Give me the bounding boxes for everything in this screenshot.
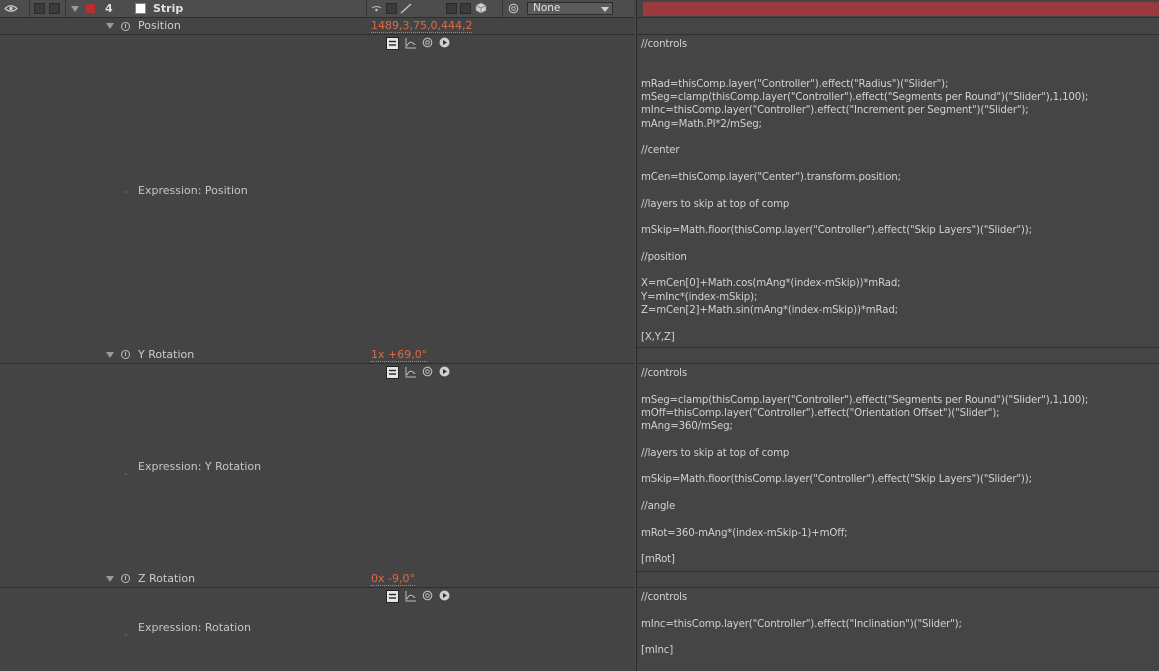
effects-switch[interactable] <box>446 3 457 14</box>
expression-row-z-rotation: Expression: Rotation <box>0 588 634 671</box>
layer-expand-toggle-icon[interactable] <box>71 6 79 12</box>
lock-switch[interactable] <box>49 3 60 14</box>
column-divider <box>29 0 30 17</box>
expression-language-menu-icon[interactable] <box>439 590 450 604</box>
chevron-down-icon <box>601 7 609 12</box>
property-row-position[interactable]: Position 1489,3,75,0,444,2 <box>0 18 634 35</box>
expression-label: Expression: Y Rotation <box>138 460 262 473</box>
shy-icon[interactable] <box>371 5 382 13</box>
collapse-switch[interactable] <box>386 3 397 14</box>
expression-enable-icon[interactable] <box>386 590 399 603</box>
property-value[interactable]: 1489,3,75,0,444,2 <box>371 20 473 33</box>
layer-header-row[interactable]: 4 Strip None <box>0 0 634 18</box>
parent-select[interactable]: None <box>527 2 613 15</box>
quality-icon[interactable] <box>400 3 412 14</box>
layer-name[interactable]: Strip <box>153 2 183 15</box>
position-keyframe-row <box>637 18 1159 35</box>
property-expand-toggle-icon[interactable] <box>106 23 114 29</box>
expression-toolbar <box>386 37 456 50</box>
expression-toolbar <box>386 366 456 379</box>
bullet-dot <box>125 191 127 193</box>
expression-toolbar <box>386 590 456 603</box>
motion-blur-switch[interactable] <box>460 3 471 14</box>
timeline-expression-panel: //controls mRad=thisComp.layer("Controll… <box>636 0 1159 671</box>
pickwhip-icon[interactable] <box>422 590 433 604</box>
property-name: Position <box>138 19 181 32</box>
stopwatch-icon[interactable] <box>121 350 130 359</box>
property-value[interactable]: 1x +69,0° <box>371 349 428 362</box>
timeline-layer-panel: 4 Strip None Position 1489,3,75,0,444,2 <box>0 0 634 671</box>
expression-label: Expression: Position <box>138 184 248 197</box>
expression-row-position: Expression: Position <box>0 35 634 348</box>
expression-code-y-rotation[interactable]: //controls mSeg=clamp(thisComp.layer("Co… <box>641 367 1088 566</box>
parent-select-value: None <box>533 2 561 14</box>
expression-code-position[interactable]: //controls mRad=thisComp.layer("Controll… <box>641 38 1088 344</box>
3d-layer-icon[interactable] <box>475 2 487 14</box>
property-expand-toggle-icon[interactable] <box>106 352 114 358</box>
graph-editor-icon[interactable] <box>405 590 417 605</box>
layer-label-color[interactable] <box>86 4 95 13</box>
graph-editor-icon[interactable] <box>405 37 417 52</box>
expression-language-menu-icon[interactable] <box>439 37 450 51</box>
y-rotation-keyframe-row <box>637 348 1159 364</box>
property-name: Z Rotation <box>138 572 196 585</box>
layer-number: 4 <box>105 2 113 15</box>
pickwhip-icon[interactable] <box>422 37 433 51</box>
expression-language-menu-icon[interactable] <box>439 366 450 380</box>
eye-icon[interactable] <box>4 4 18 13</box>
column-divider <box>366 0 367 17</box>
stopwatch-icon[interactable] <box>121 22 130 31</box>
solo-switch[interactable] <box>34 3 45 14</box>
expression-row-y-rotation: Expression: Y Rotation <box>0 364 634 572</box>
z-rotation-keyframe-row <box>637 572 1159 588</box>
property-value[interactable]: 0x -9,0° <box>371 573 415 586</box>
graph-editor-icon[interactable] <box>405 366 417 381</box>
parent-pickwhip-icon[interactable] <box>508 3 519 14</box>
stopwatch-icon[interactable] <box>121 574 130 583</box>
property-row-y-rotation[interactable]: Y Rotation 1x +69,0° <box>0 347 634 364</box>
property-expand-toggle-icon[interactable] <box>106 576 114 582</box>
bullet-dot <box>125 473 127 475</box>
column-divider <box>65 0 66 17</box>
layer-duration-bar[interactable] <box>643 2 1159 16</box>
expression-enable-icon[interactable] <box>386 37 399 50</box>
expression-enable-icon[interactable] <box>386 366 399 379</box>
bullet-dot <box>125 634 127 636</box>
layer-type-icon <box>135 3 146 14</box>
expression-code-z-rotation[interactable]: //controls mInc=thisComp.layer("Controll… <box>641 591 962 657</box>
property-name: Y Rotation <box>138 348 195 361</box>
column-divider <box>502 0 503 17</box>
expression-label: Expression: Rotation <box>138 621 251 634</box>
property-row-z-rotation[interactable]: Z Rotation 0x -9,0° <box>0 571 634 588</box>
pickwhip-icon[interactable] <box>422 366 433 380</box>
